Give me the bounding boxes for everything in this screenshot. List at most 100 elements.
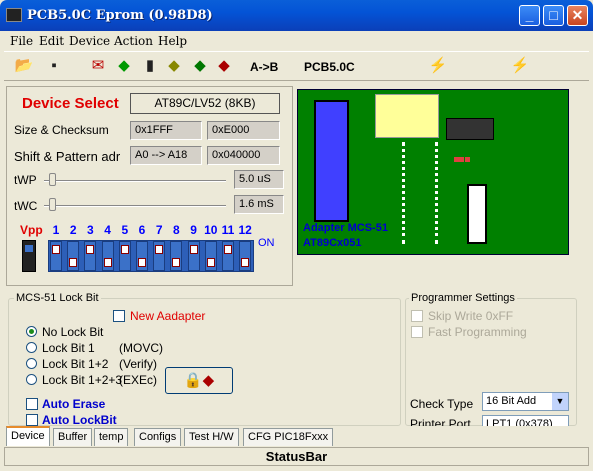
dip-switch-knob <box>86 245 95 254</box>
printer-port-label: Printer Port <box>410 417 471 426</box>
lock-123-note: (EXEc) <box>119 373 158 387</box>
title-bar: PCB5.0C Eprom (0.98D8) _ □ ✕ <box>0 0 593 31</box>
twc-label: tWC <box>14 199 38 213</box>
radio-lock-12[interactable] <box>26 358 37 369</box>
menu-file[interactable]: File <box>10 34 33 48</box>
save-icon[interactable]: ▪ <box>44 57 64 75</box>
twp-value: 5.0 uS <box>234 170 284 189</box>
menu-device[interactable]: Device <box>69 34 110 48</box>
menu-help[interactable]: Help <box>158 34 187 48</box>
menu-bar: File Edit Device Action Help <box>4 31 589 51</box>
dip-number-12: 12 <box>238 223 252 237</box>
radio-no-lock[interactable] <box>26 326 37 337</box>
window-title: PCB5.0C Eprom (0.98D8) <box>27 8 213 23</box>
tab-configs[interactable]: Configs <box>134 428 182 446</box>
app-icon[interactable] <box>6 8 22 22</box>
menu-action[interactable]: Action <box>114 34 153 48</box>
dip-number-7: 7 <box>155 223 163 237</box>
dip-switch-11[interactable] <box>222 241 234 271</box>
tab-device[interactable]: Device <box>6 426 50 446</box>
dip-switch-8[interactable] <box>170 241 183 271</box>
unplug-icon[interactable]: ⚡ <box>510 57 530 75</box>
auto-erase-checkbox[interactable] <box>26 398 38 410</box>
erase-chip-icon[interactable]: ✉ <box>88 57 108 75</box>
dip-switch-7[interactable] <box>153 241 166 271</box>
tab-test-hw[interactable]: Test H/W <box>184 428 239 446</box>
dip-number-5: 5 <box>121 223 129 237</box>
auto-lockbit-label: Auto LockBit <box>42 413 117 427</box>
vpp-label: Vpp <box>20 223 43 237</box>
device-select-button[interactable]: AT89C/LV52 (8KB) <box>130 93 280 114</box>
dip-number-9: 9 <box>190 223 197 237</box>
twc-slider-thumb[interactable] <box>49 198 57 211</box>
twc-slider[interactable] <box>44 205 226 207</box>
adapter-board-image: Adapter MCS-51 AT89Cx051 <box>297 89 569 255</box>
plug-icon[interactable]: ⚡ <box>428 57 448 75</box>
auto-chip-icon[interactable]: ◆ <box>214 57 234 75</box>
close-button[interactable]: ✕ <box>567 5 588 26</box>
dip-switch-4[interactable] <box>101 241 114 271</box>
program-chip-icon[interactable]: ◆ <box>164 57 184 75</box>
menu-edit[interactable]: Edit <box>39 34 64 48</box>
auto-lockbit-checkbox[interactable] <box>26 414 38 426</box>
dip-switch-knob <box>52 245 60 254</box>
dip-switch-knob <box>120 245 129 254</box>
dip-number-6: 6 <box>138 223 146 237</box>
dip-number-4: 4 <box>104 223 111 237</box>
dip-socket-large <box>314 100 349 222</box>
dip-switch-1[interactable] <box>50 241 62 271</box>
tab-temp[interactable]: temp <box>94 428 129 446</box>
chevron-down-icon[interactable]: ▼ <box>552 393 568 410</box>
verify-chip-icon[interactable]: ◆ <box>190 57 210 75</box>
dip-number-11: 11 <box>221 223 235 237</box>
radio-lock-123[interactable] <box>26 374 37 385</box>
dip-switch-10[interactable] <box>204 241 217 271</box>
lock-12-label: Lock Bit 1+2 <box>42 357 109 371</box>
device-select-label: Device Select <box>22 95 119 112</box>
dip-switch-knob <box>155 245 164 254</box>
size-checksum-label: Size & Checksum <box>14 123 109 137</box>
dip-switch-2[interactable] <box>67 241 80 271</box>
dip-switch-3[interactable] <box>84 241 97 271</box>
new-adapter-label: New Aadapter <box>130 309 206 323</box>
dip-number-2: 2 <box>69 223 77 237</box>
blank-check-icon[interactable]: ▮ <box>140 57 160 75</box>
dip-number-3: 3 <box>87 223 94 237</box>
auto-erase-label: Auto Erase <box>42 397 106 411</box>
pin-row-right <box>435 142 439 244</box>
checksum-field: 0xE000 <box>207 121 280 140</box>
dip-switch-knob <box>69 258 78 267</box>
tab-buffer[interactable]: Buffer <box>53 428 93 446</box>
dip-switch-5[interactable] <box>118 241 131 271</box>
dip-switch-12[interactable] <box>239 241 252 271</box>
twp-slider-thumb[interactable] <box>49 173 57 186</box>
skip-write-checkbox[interactable] <box>411 310 423 322</box>
printer-port-value: LPT1 (0x378) <box>486 418 553 426</box>
version-label: PCB5.0C <box>304 60 355 74</box>
maximize-button[interactable]: □ <box>543 5 564 26</box>
new-adapter-checkbox[interactable] <box>113 310 125 322</box>
twp-label: tWP <box>14 173 37 187</box>
lock-bit-group-title: MCS-51 Lock Bit <box>14 292 101 304</box>
minimize-button[interactable]: _ <box>519 5 540 26</box>
dip-switch-9[interactable] <box>187 241 200 271</box>
dip-switch-6[interactable] <box>136 241 148 271</box>
dip-number-1: 1 <box>52 223 60 237</box>
pattern-field: 0x040000 <box>207 146 280 165</box>
open-folder-icon[interactable]: 📂 <box>14 57 34 75</box>
radio-lock-1[interactable] <box>26 342 37 353</box>
shift-field: A0 --> A18 <box>130 146 202 165</box>
twp-slider[interactable] <box>44 180 226 182</box>
read-chip-icon[interactable]: ◆ <box>114 57 134 75</box>
tab-cfg-pic18[interactable]: CFG PIC18Fxxx <box>243 428 334 446</box>
copy-ab-button[interactable]: A->B <box>250 60 278 74</box>
fast-programming-checkbox[interactable] <box>411 326 423 338</box>
programmer-settings-title: Programmer Settings <box>409 292 517 304</box>
vpp-switch[interactable] <box>22 240 36 272</box>
check-type-select[interactable]: 16 Bit Add ▼ <box>482 392 569 411</box>
lock-chip-button[interactable]: 🔒◆ <box>165 367 233 394</box>
board-text-1: Adapter MCS-51 <box>303 222 388 234</box>
dip-socket-small <box>467 184 487 244</box>
printer-port-select[interactable]: LPT1 (0x378) <box>482 415 569 426</box>
lock-123-label: Lock Bit 1+2+3 <box>42 373 123 387</box>
